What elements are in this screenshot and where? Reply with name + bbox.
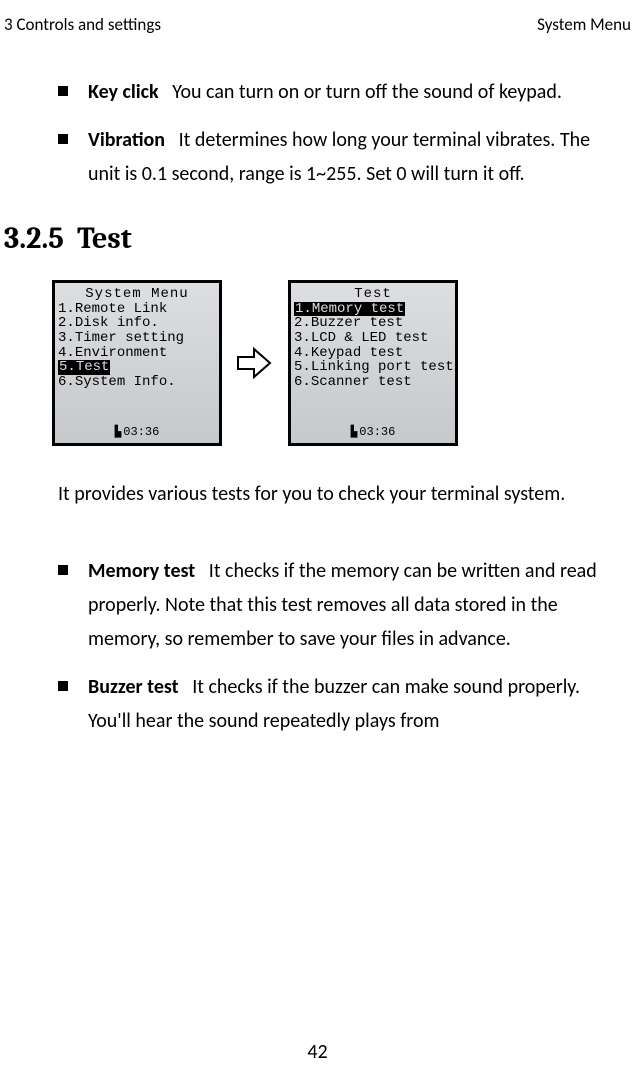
lcd-status: ▙03:36 [55, 426, 219, 440]
bullet-list-bottom: Memory test It checks if the memory can … [58, 554, 605, 738]
header-right: System Menu [537, 14, 631, 35]
lcd-row: 4.Keypad test [293, 346, 453, 361]
list-item: Memory test It checks if the memory can … [88, 554, 605, 656]
lcd-row: 3.LCD & LED test [293, 331, 453, 346]
antenna-icon: ▙ [351, 427, 358, 439]
lcd-row: 2.Buzzer test [293, 316, 453, 331]
list-item: Key click You can turn on or turn off th… [88, 75, 605, 109]
lcd-screen-right: Test 1.Memory test 2.Buzzer test 3.LCD &… [288, 280, 458, 446]
lcd-row: 1.Memory test [293, 302, 453, 317]
term: Buzzer test [88, 675, 179, 699]
lcd-title: System Menu [57, 287, 217, 302]
antenna-icon: ▙ [115, 427, 122, 439]
page-number: 42 [0, 1040, 635, 1064]
screenshot-row: System Menu 1.Remote Link 2.Disk info. 3… [52, 280, 605, 446]
term: Key click [88, 80, 159, 104]
desc: You can turn on or turn off the sound of… [172, 80, 562, 104]
lcd-title: Test [293, 287, 453, 302]
list-item: Vibration It determines how long your te… [88, 123, 605, 191]
bullet-list-top: Key click You can turn on or turn off th… [58, 75, 605, 191]
lcd-screen-left: System Menu 1.Remote Link 2.Disk info. 3… [52, 280, 222, 446]
term: Vibration [88, 128, 165, 152]
lcd-row: 1.Remote Link [57, 302, 217, 317]
section-title: Test [77, 221, 132, 256]
section-number: 3.2.5 [4, 221, 64, 256]
lcd-row: 6.System Info. [57, 375, 217, 390]
lcd-row: 5.Linking port test [293, 360, 453, 375]
section-heading: 3.2.5 Test [4, 221, 605, 256]
lcd-row: 3.Timer setting [57, 331, 217, 346]
section-paragraph: It provides various tests for you to che… [58, 474, 605, 514]
lcd-row: 4.Environment [57, 346, 217, 361]
lcd-row: 5.Test [57, 360, 217, 375]
list-item: Buzzer test It checks if the buzzer can … [88, 670, 605, 738]
lcd-status: ▙03:36 [291, 426, 455, 440]
header-left: 3 Controls and settings [4, 14, 161, 35]
lcd-row: 6.Scanner test [293, 375, 453, 390]
lcd-row: 2.Disk info. [57, 316, 217, 331]
arrow-right-icon [236, 345, 274, 381]
term: Memory test [88, 559, 195, 583]
